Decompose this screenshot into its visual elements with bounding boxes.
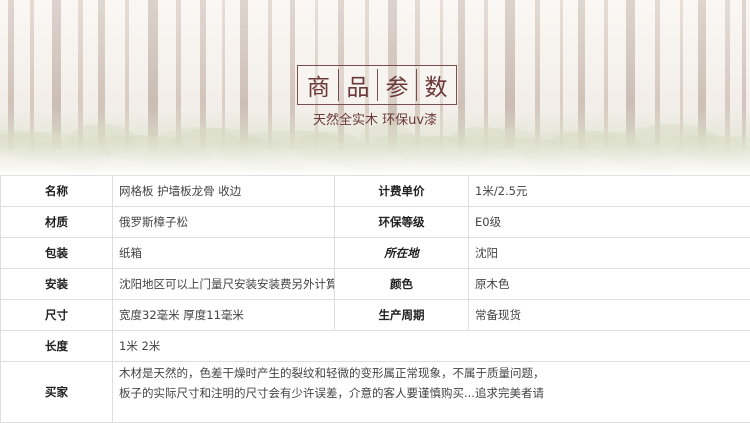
page-subtitle: 天然全实木 环保uv漆 <box>0 109 750 128</box>
spec-value: E0级 <box>469 207 750 238</box>
spec-label: 材质 <box>1 207 113 238</box>
spec-label: 名称 <box>1 176 113 207</box>
title-char: 数 <box>416 69 455 101</box>
spec-value: 常备现货 <box>469 300 750 331</box>
title-char: 参 <box>377 69 416 101</box>
spec-label: 尺寸 <box>1 300 113 331</box>
spec-value: 沈阳地区可以上门量尺安装安装费另外计算 <box>113 269 335 300</box>
buyer-notice: 木材是天然的，色差干燥时产生的裂纹和轻微的变形属正常现象，不属于质量问题， 板子… <box>113 362 750 423</box>
spec-label: 买家 <box>1 362 113 423</box>
table-row: 尺寸 宽度32毫米 厚度11毫米 生产周期 常备现货 <box>1 300 750 331</box>
notice-line: 板子的实际尺寸和注明的尺寸会有少许误差，介意的客人要谨慎购买...追求完美者请 <box>119 383 750 403</box>
spec-label: 环保等级 <box>335 207 469 238</box>
spec-label: 计费单价 <box>335 176 469 207</box>
spec-label: 生产周期 <box>335 300 469 331</box>
spec-label: 所在地 <box>335 238 469 269</box>
spec-value: 沈阳 <box>469 238 750 269</box>
notice-line: 木材是天然的，色差干燥时产生的裂纹和轻微的变形属正常现象，不属于质量问题， <box>119 363 750 383</box>
spec-label: 颜色 <box>335 269 469 300</box>
spec-value: 俄罗斯樟子松 <box>113 207 335 238</box>
page-title-box: 商 品 参 数 <box>297 65 457 105</box>
spec-table: 名称 网格板 护墙板龙骨 收边 计费单价 1米/2.5元 材质 俄罗斯樟子松 环… <box>0 175 750 423</box>
table-row: 包装 纸箱 所在地 沈阳 <box>1 238 750 269</box>
spec-value: 宽度32毫米 厚度11毫米 <box>113 300 335 331</box>
spec-value: 原木色 <box>469 269 750 300</box>
table-row: 长度 1米 2米 <box>1 331 750 362</box>
spec-value: 网格板 护墙板龙骨 收边 <box>113 176 335 207</box>
table-row: 买家 木材是天然的，色差干燥时产生的裂纹和轻微的变形属正常现象，不属于质量问题，… <box>1 362 750 423</box>
header-banner: 商 品 参 数 天然全实木 环保uv漆 <box>0 0 750 172</box>
table-row: 材质 俄罗斯樟子松 环保等级 E0级 <box>1 207 750 238</box>
spec-value: 1米 2米 <box>113 331 750 362</box>
table-row: 安装 沈阳地区可以上门量尺安装安装费另外计算 颜色 原木色 <box>1 269 750 300</box>
spec-value: 纸箱 <box>113 238 335 269</box>
title-char: 商 <box>299 69 338 101</box>
title-char: 品 <box>338 69 377 101</box>
table-row: 名称 网格板 护墙板龙骨 收边 计费单价 1米/2.5元 <box>1 176 750 207</box>
spec-label: 安装 <box>1 269 113 300</box>
spec-value: 1米/2.5元 <box>469 176 750 207</box>
spec-label: 长度 <box>1 331 113 362</box>
spec-label: 包装 <box>1 238 113 269</box>
